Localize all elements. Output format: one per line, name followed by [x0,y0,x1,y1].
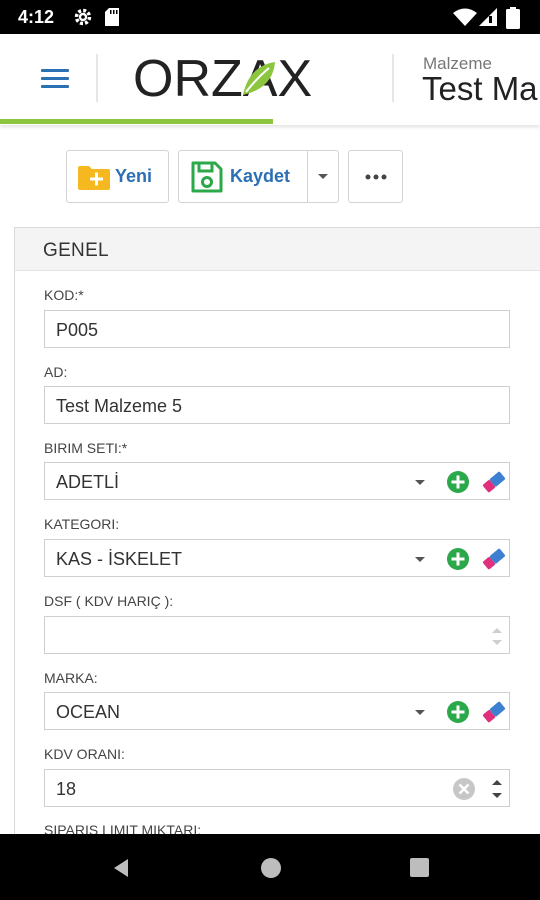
birim-seti-label: BIRIM SETI:* [44,440,128,456]
svg-text:ORZAX: ORZAX [133,50,312,106]
hamburger-menu-icon[interactable] [38,64,72,94]
ad-label: AD: [44,364,68,380]
marka-value: OCEAN [56,702,121,722]
back-icon[interactable] [110,857,132,879]
spin-up-icon[interactable] [492,628,502,633]
system-nav-bar [0,834,540,900]
save-button-label: Kaydet [230,166,291,186]
home-icon[interactable] [260,857,282,879]
kategori-value: KAS - İSKELET [56,549,183,569]
ad-value: Test Malzeme 5 [56,396,183,416]
kdv-orani-value: 18 [56,779,77,799]
add-icon[interactable] [446,700,470,724]
clear-icon[interactable] [452,777,476,801]
status-time: 4:12 [18,7,55,27]
save-icon [191,161,223,193]
birim-seti-value: ADETLİ [56,472,120,492]
sd-card-icon [105,8,119,26]
folder-add-icon [78,166,110,190]
kategori-label: KATEGORI: [44,516,120,532]
caret-down-icon [318,174,328,179]
header-divider [96,54,98,102]
kod-value: P005 [56,320,99,340]
marka-label: MARKA: [44,670,98,686]
spin-down-icon[interactable] [492,640,502,645]
add-icon[interactable] [446,547,470,571]
save-button-group: Kaydet [178,150,339,203]
status-bar: 4:12 [0,0,540,34]
settings-icon [74,8,92,26]
dropdown-caret-icon[interactable] [415,710,425,715]
more-horizontal-icon [365,174,387,180]
dropdown-caret-icon[interactable] [415,557,425,562]
add-icon[interactable] [446,470,470,494]
marka-select[interactable]: OCEAN [44,692,510,730]
kategori-select[interactable]: KAS - İSKELET [44,539,510,577]
spin-down-icon[interactable] [492,793,502,798]
page-title: Test Ma [422,70,538,107]
eraser-icon[interactable] [481,700,507,724]
orzax-logo: ORZAX [133,50,312,106]
birim-seti-select[interactable]: ADETLİ [44,462,510,500]
signal-icon [479,8,497,26]
app-header: ORZAX Malzeme Test Ma [0,34,540,125]
more-button[interactable] [348,150,403,203]
battery-icon [506,7,520,29]
panel-header: GENEL [15,228,540,271]
new-button-label: Yeni [115,166,153,186]
header-divider [392,54,394,102]
kod-label: KOD:* [44,287,84,303]
kdv-orani-label: KDV ORANI: [44,746,125,762]
new-button[interactable]: Yeni [66,150,169,203]
save-button[interactable]: Kaydet [179,151,307,202]
eraser-icon[interactable] [481,470,507,494]
wifi-icon [453,8,477,26]
panel-title: GENEL [43,240,109,261]
ad-input[interactable]: Test Malzeme 5 [44,386,510,424]
progress-bar [0,119,273,124]
spin-up-icon[interactable] [492,780,502,785]
recents-icon[interactable] [409,857,430,878]
eraser-icon[interactable] [481,547,507,571]
dropdown-caret-icon[interactable] [415,480,425,485]
save-dropdown-button[interactable] [308,151,339,202]
dsf-label: DSF ( KDV HARIÇ ): [44,593,174,609]
dsf-input[interactable] [44,616,510,654]
kdv-orani-input[interactable]: 18 [44,769,510,807]
kod-input[interactable]: P005 [44,310,510,348]
